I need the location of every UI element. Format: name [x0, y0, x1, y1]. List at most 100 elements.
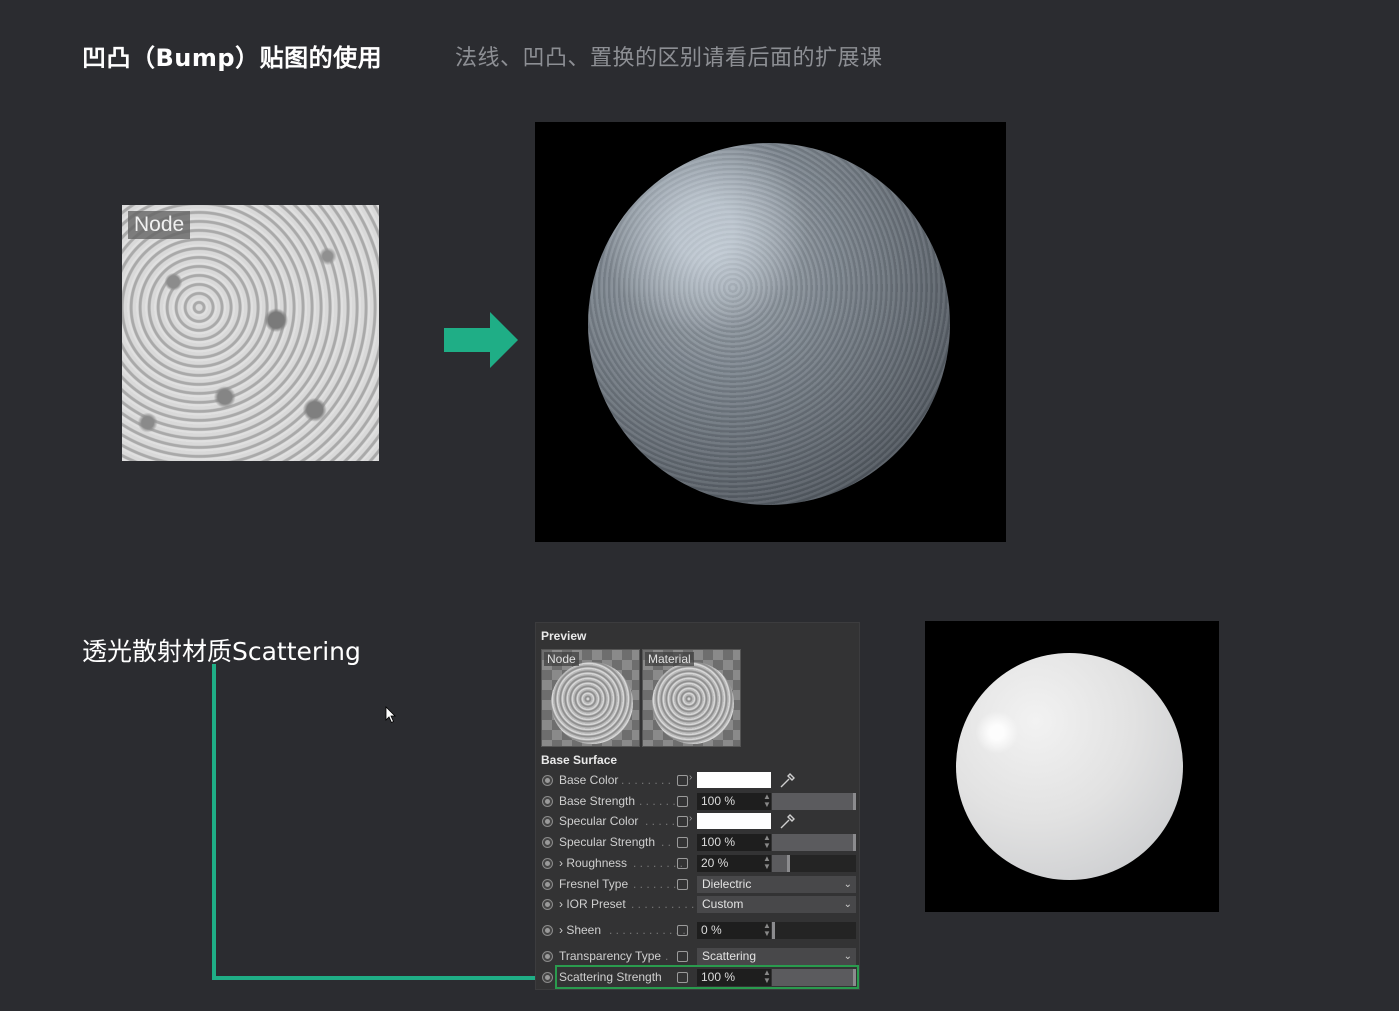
- node-tag: Node: [128, 211, 191, 239]
- base-strength-slider-handle[interactable]: [853, 793, 856, 810]
- base-strength-toggle[interactable]: [542, 796, 553, 807]
- transparency-type-dropdown[interactable]: Scattering ⌄: [697, 948, 856, 965]
- sheen-slider[interactable]: [772, 922, 856, 939]
- roughness-input[interactable]: 20 %: [697, 855, 771, 872]
- base-strength-keyframe-box[interactable]: [677, 796, 688, 807]
- scattering-sphere: [956, 653, 1183, 880]
- material-preview-thumbnail[interactable]: Material: [642, 649, 741, 747]
- base-color-keyframe-box[interactable]: [677, 775, 688, 786]
- row-transparency-type: Transparency Type . Scattering ⌄: [539, 947, 857, 966]
- roughness-spinner[interactable]: ▲ ▼: [763, 855, 771, 871]
- bump-render-preview: [535, 122, 1006, 542]
- specular-strength-slider[interactable]: [772, 834, 856, 851]
- base-color-toggle[interactable]: [542, 775, 553, 786]
- roughness-label[interactable]: › Roughness: [559, 856, 627, 870]
- base-color-dots: . . . . . . . .: [621, 773, 672, 787]
- specular-color-toggle[interactable]: [542, 816, 553, 827]
- fresnel-type-label: Fresnel Type: [559, 877, 629, 891]
- material-preview-ball: [652, 662, 734, 744]
- base-color-swatch[interactable]: [697, 772, 771, 788]
- fresnel-type-keyframe-box[interactable]: [677, 879, 688, 890]
- base-strength-input[interactable]: 100 %: [697, 793, 771, 810]
- sheen-dots: . . . . . . . . . . . .: [609, 923, 686, 937]
- specular-color-keyframe-box[interactable]: [677, 816, 688, 827]
- scattering-render-preview: [925, 621, 1219, 912]
- connector-line-vertical: [212, 664, 216, 980]
- specular-strength-input[interactable]: 100 %: [697, 834, 771, 851]
- ior-preset-dots: . . . . . . . . . .: [631, 897, 695, 911]
- eyedropper-icon[interactable]: [779, 812, 797, 830]
- specular-strength-slider-fill: [772, 834, 856, 851]
- transparency-type-label: Transparency Type: [559, 949, 662, 963]
- preview-heading: Preview: [541, 629, 587, 643]
- ior-preset-label[interactable]: › IOR Preset: [559, 897, 626, 911]
- mouse-cursor-icon: [385, 706, 396, 724]
- specular-strength-dots: . .: [661, 835, 672, 849]
- chevron-down-icon: ⌄: [843, 899, 852, 910]
- base-color-label: Base Color: [559, 773, 619, 787]
- connector-line-horizontal: [212, 976, 556, 980]
- sheen-input[interactable]: 0 %: [697, 922, 771, 939]
- material-attributes-panel: Preview Node Material Base Surface Base …: [535, 622, 860, 990]
- ior-preset-dropdown[interactable]: Custom ⌄: [697, 896, 856, 913]
- base-strength-slider[interactable]: [772, 793, 856, 810]
- roughness-keyframe-box[interactable]: [677, 858, 688, 869]
- specular-strength-toggle[interactable]: [542, 837, 553, 848]
- sheen-label[interactable]: › Sheen: [559, 923, 601, 937]
- transparency-type-keyframe-box[interactable]: [677, 951, 688, 962]
- specular-strength-keyframe-box[interactable]: [677, 837, 688, 848]
- scattering-section-title: 透光散射材质Scattering: [82, 637, 361, 666]
- specular-strength-label: Specular Strength: [559, 835, 656, 849]
- transparency-type-value: Scattering: [702, 949, 757, 963]
- base-surface-heading: Base Surface: [541, 753, 618, 767]
- row-fresnel-type: Fresnel Type . . . . . . . Dielectric ⌄: [539, 875, 857, 894]
- row-ior-preset: › IOR Preset . . . . . . . . . . Custom …: [539, 895, 857, 914]
- node-preview-ball: [551, 662, 633, 744]
- chevron-down-icon: ⌄: [843, 879, 852, 890]
- row-specular-color: Specular Color . . . . . ›: [539, 812, 857, 831]
- fresnel-type-dropdown[interactable]: Dielectric ⌄: [697, 876, 856, 893]
- row-specular-strength: Specular Strength . . 100 % ▲ ▼: [539, 833, 857, 852]
- base-strength-spinner[interactable]: ▲ ▼: [763, 793, 771, 809]
- base-strength-slider-fill: [772, 793, 856, 810]
- node-thumbnail-label: Node: [544, 652, 579, 666]
- base-strength-dots: . . . . . .: [639, 794, 676, 808]
- sheen-spinner[interactable]: ▲ ▼: [763, 922, 771, 938]
- sheen-slider-handle[interactable]: [772, 922, 775, 939]
- scattering-strength-toggle[interactable]: [542, 972, 553, 983]
- bump-section-note: 法线、凹凸、置换的区别请看后面的扩展课: [455, 46, 883, 71]
- node-preview-thumbnail[interactable]: Node: [541, 649, 640, 747]
- roughness-dots: . . . . . . . .: [633, 856, 684, 870]
- transparency-type-dots: .: [665, 949, 669, 963]
- sheen-toggle[interactable]: [542, 925, 553, 936]
- row-roughness: › Roughness . . . . . . . . 20 % ▲ ▼: [539, 854, 857, 873]
- specular-strength-spinner[interactable]: ▲ ▼: [763, 834, 771, 850]
- row-base-color: Base Color . . . . . . . . ›: [539, 771, 857, 790]
- transparency-type-toggle[interactable]: [542, 951, 553, 962]
- specular-color-swatch[interactable]: [697, 813, 771, 829]
- specular-color-expand-arrow[interactable]: ›: [689, 813, 692, 824]
- specular-color-dots: . . . . .: [645, 814, 676, 828]
- scattering-strength-highlight: [555, 965, 859, 989]
- sheen-keyframe-box[interactable]: [677, 925, 688, 936]
- roughness-slider[interactable]: [772, 855, 856, 872]
- specular-strength-slider-handle[interactable]: [853, 834, 856, 851]
- roughness-toggle[interactable]: [542, 858, 553, 869]
- fresnel-type-toggle[interactable]: [542, 879, 553, 890]
- right-arrow-icon: [444, 312, 518, 368]
- fresnel-type-value: Dielectric: [702, 877, 752, 891]
- eyedropper-icon[interactable]: [779, 771, 797, 789]
- bump-section-title: 凹凸（Bump）贴图的使用: [82, 44, 383, 72]
- chevron-down-icon: ⌄: [843, 951, 852, 962]
- row-base-strength: Base Strength . . . . . . 100 % ▲ ▼: [539, 792, 857, 811]
- ior-preset-toggle[interactable]: [542, 899, 553, 910]
- bump-node-texture: Node: [122, 205, 379, 461]
- base-color-expand-arrow[interactable]: ›: [689, 772, 692, 783]
- material-thumbnail-label: Material: [645, 652, 694, 666]
- fresnel-type-dots: . . . . . . .: [633, 877, 677, 891]
- roughness-slider-handle[interactable]: [787, 855, 790, 872]
- row-sheen: › Sheen . . . . . . . . . . . . 0 % ▲ ▼: [539, 921, 857, 940]
- ior-preset-value: Custom: [702, 897, 744, 911]
- bump-sphere: [588, 143, 950, 505]
- base-strength-label: Base Strength: [559, 794, 636, 808]
